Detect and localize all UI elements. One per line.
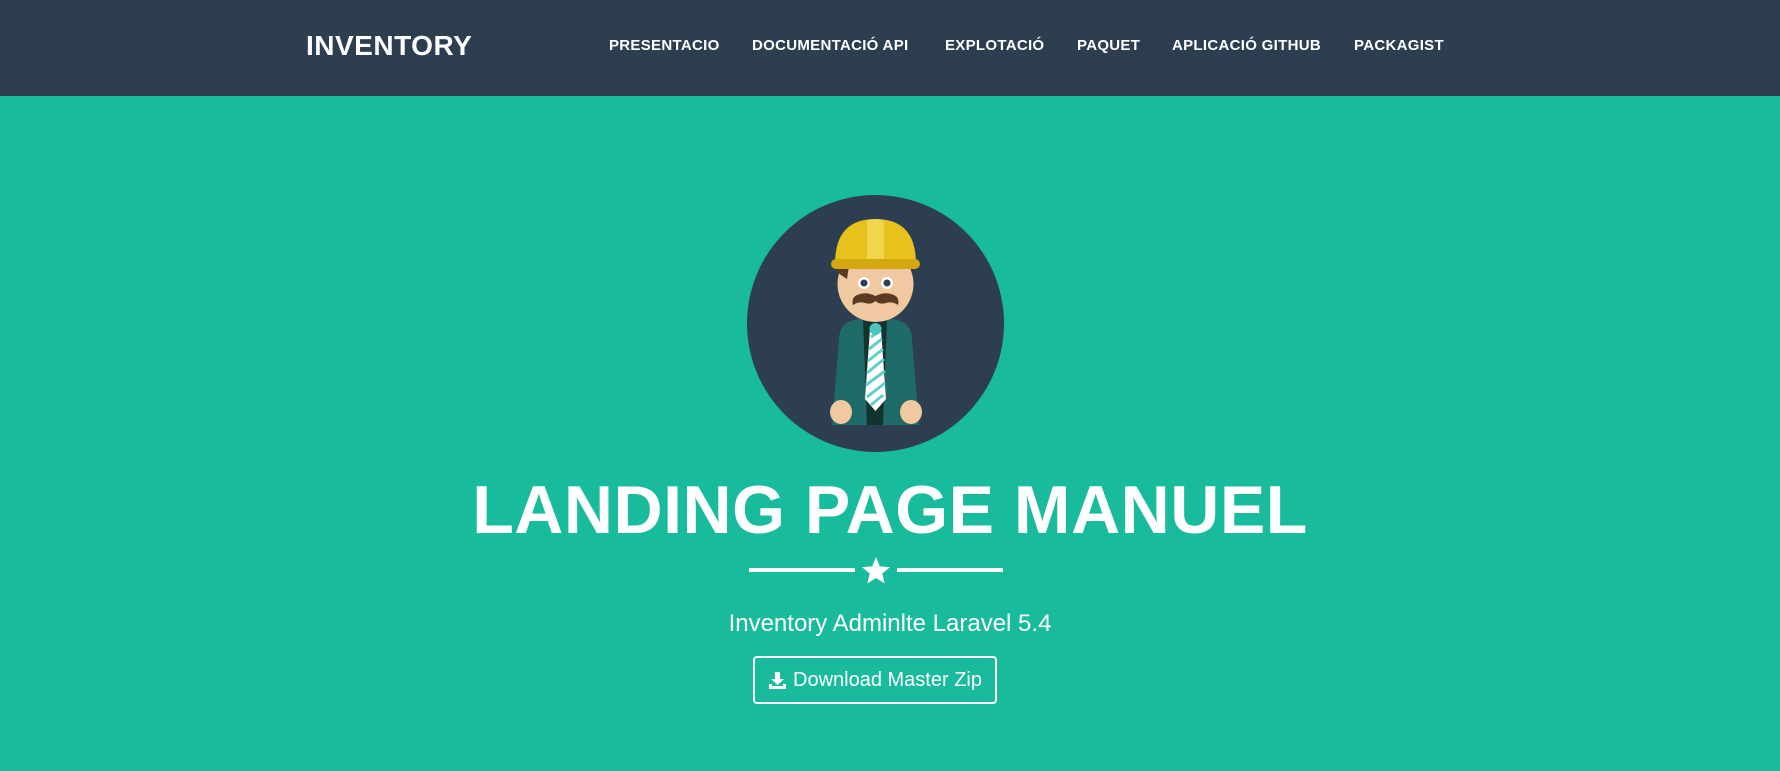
construction-worker-avatar-icon — [747, 195, 1004, 452]
nav-link-packagist[interactable]: PACKAGIST — [1354, 35, 1444, 57]
star-icon — [862, 557, 890, 584]
nav-link-presentacio[interactable]: PRESENTACIO — [609, 35, 720, 57]
nav-link-aplicacio-github[interactable]: APLICACIÓ GITHUB — [1172, 35, 1321, 57]
download-master-zip-button[interactable]: Download Master Zip — [753, 656, 997, 704]
hero-section: LANDING PAGE MANUEL Inventory Adminlte L… — [0, 96, 1780, 771]
top-navbar: INVENTORY PRESENTACIO DOCUMENTACIÓ API E… — [0, 0, 1780, 96]
download-button-label: Download Master Zip — [793, 668, 982, 691]
brand-logo-link[interactable]: INVENTORY — [306, 29, 472, 63]
star-divider — [749, 557, 1003, 584]
nav-link-documentacio-api[interactable]: DOCUMENTACIÓ API — [752, 35, 908, 57]
page-title: LANDING PAGE MANUEL — [472, 472, 1308, 548]
download-icon — [769, 671, 787, 689]
hero-subtitle: Inventory Adminlte Laravel 5.4 — [728, 610, 1052, 637]
nav-link-explotacio[interactable]: EXPLOTACIÓ — [945, 35, 1044, 57]
nav-link-paquet[interactable]: PAQUET — [1077, 35, 1140, 57]
